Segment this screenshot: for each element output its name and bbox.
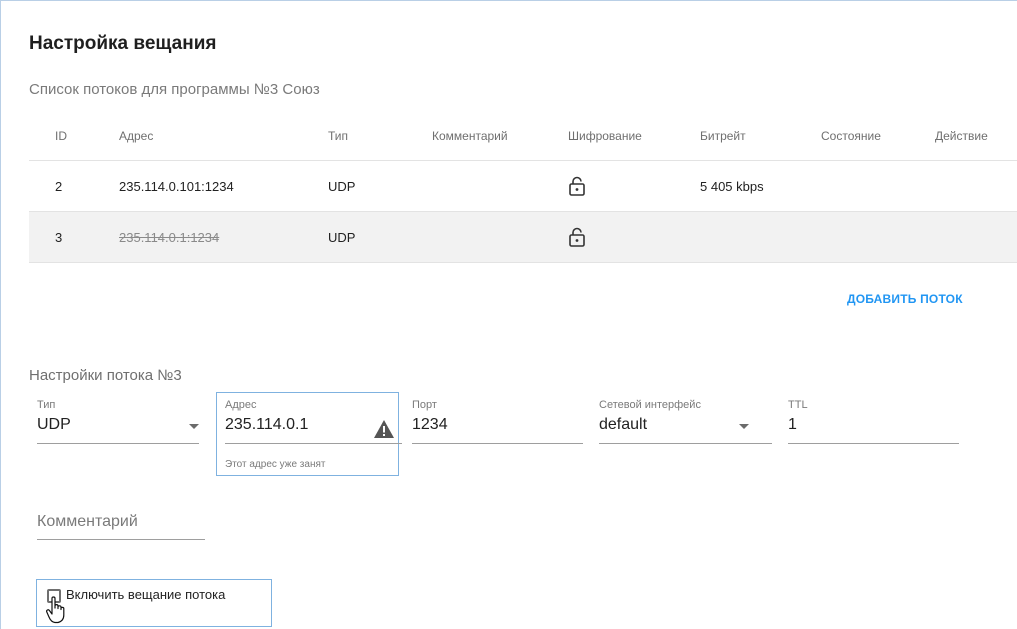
row-encryption [568,212,586,262]
header-action: Действие [935,128,988,143]
unlocked-icon [569,227,585,247]
field-underline [599,443,772,444]
interface-value: default [599,416,648,433]
chevron-down-icon [189,424,199,429]
table-row[interactable]: 2 235.114.0.101:1234 UDP 5 405 kbps [29,161,1017,212]
port-input[interactable]: Порт 1234 [412,399,583,449]
table-row[interactable]: 3 235.114.0.1:1234 UDP [29,212,1017,263]
row-encryption [568,161,586,211]
stream-settings-title: Настройки потока №3 [29,367,182,384]
port-value: 1234 [412,416,448,433]
header-address: Адрес [119,128,154,143]
table-header: ID Адрес Тип Комментарий Шифрование Битр… [29,111,1017,161]
comment-placeholder: Комментарий [37,513,138,530]
header-encryption: Шифрование [568,128,642,143]
streams-table: ID Адрес Тип Комментарий Шифрование Битр… [29,111,1017,263]
hand-cursor-icon [46,596,65,624]
field-underline [412,443,583,444]
row-bitrate: 5 405 kbps [700,178,764,194]
add-stream-button[interactable]: ДОБАВИТЬ ПОТОК [847,292,963,306]
type-label: Тип [37,399,56,411]
broadcast-settings-panel: Настройка вещания Список потоков для про… [0,0,1017,629]
address-value: 235.114.0.1 [225,416,309,433]
address-error-text: Этот адрес уже занят [225,459,326,470]
row-id: 2 [55,178,63,194]
port-label: Порт [412,399,437,411]
comment-input[interactable]: Комментарий [37,509,205,543]
header-comment: Комментарий [432,128,508,143]
type-select[interactable]: Тип UDP [37,399,199,449]
row-type: UDP [328,178,356,194]
row-id: 3 [55,229,63,245]
header-id: ID [55,128,67,143]
field-underline [37,443,199,444]
header-bitrate: Битрейт [700,128,746,143]
enable-stream-label: Включить вещание потока [66,587,226,602]
warning-icon [374,420,394,438]
type-value: UDP [37,416,71,433]
header-type: Тип [328,128,349,143]
chevron-down-icon [739,424,749,429]
field-underline [37,539,205,540]
address-field-focus-box: Адрес 235.114.0.1 Этот адрес уже занят [216,392,402,476]
network-interface-select[interactable]: Сетевой интерфейс default [599,399,772,449]
row-type: UDP [328,229,356,245]
ttl-label: TTL [788,399,808,411]
row-address: 235.114.0.101:1234 [119,178,234,194]
row-address: 235.114.0.1:1234 [119,229,220,245]
stream-list-title: Список потоков для программы №3 Союз [29,81,320,98]
address-input[interactable]: Адрес 235.114.0.1 [225,399,402,449]
enable-stream-toggle[interactable]: Включить вещание потока [36,579,272,627]
ttl-input[interactable]: TTL 1 [788,399,959,449]
address-label: Адрес [225,399,257,411]
page-title: Настройка вещания [29,33,217,54]
ttl-value: 1 [788,416,797,433]
unlocked-icon [569,176,585,196]
header-state: Состояние [821,128,881,143]
interface-label: Сетевой интерфейс [599,399,701,411]
field-underline [225,443,402,444]
field-underline [788,443,959,444]
